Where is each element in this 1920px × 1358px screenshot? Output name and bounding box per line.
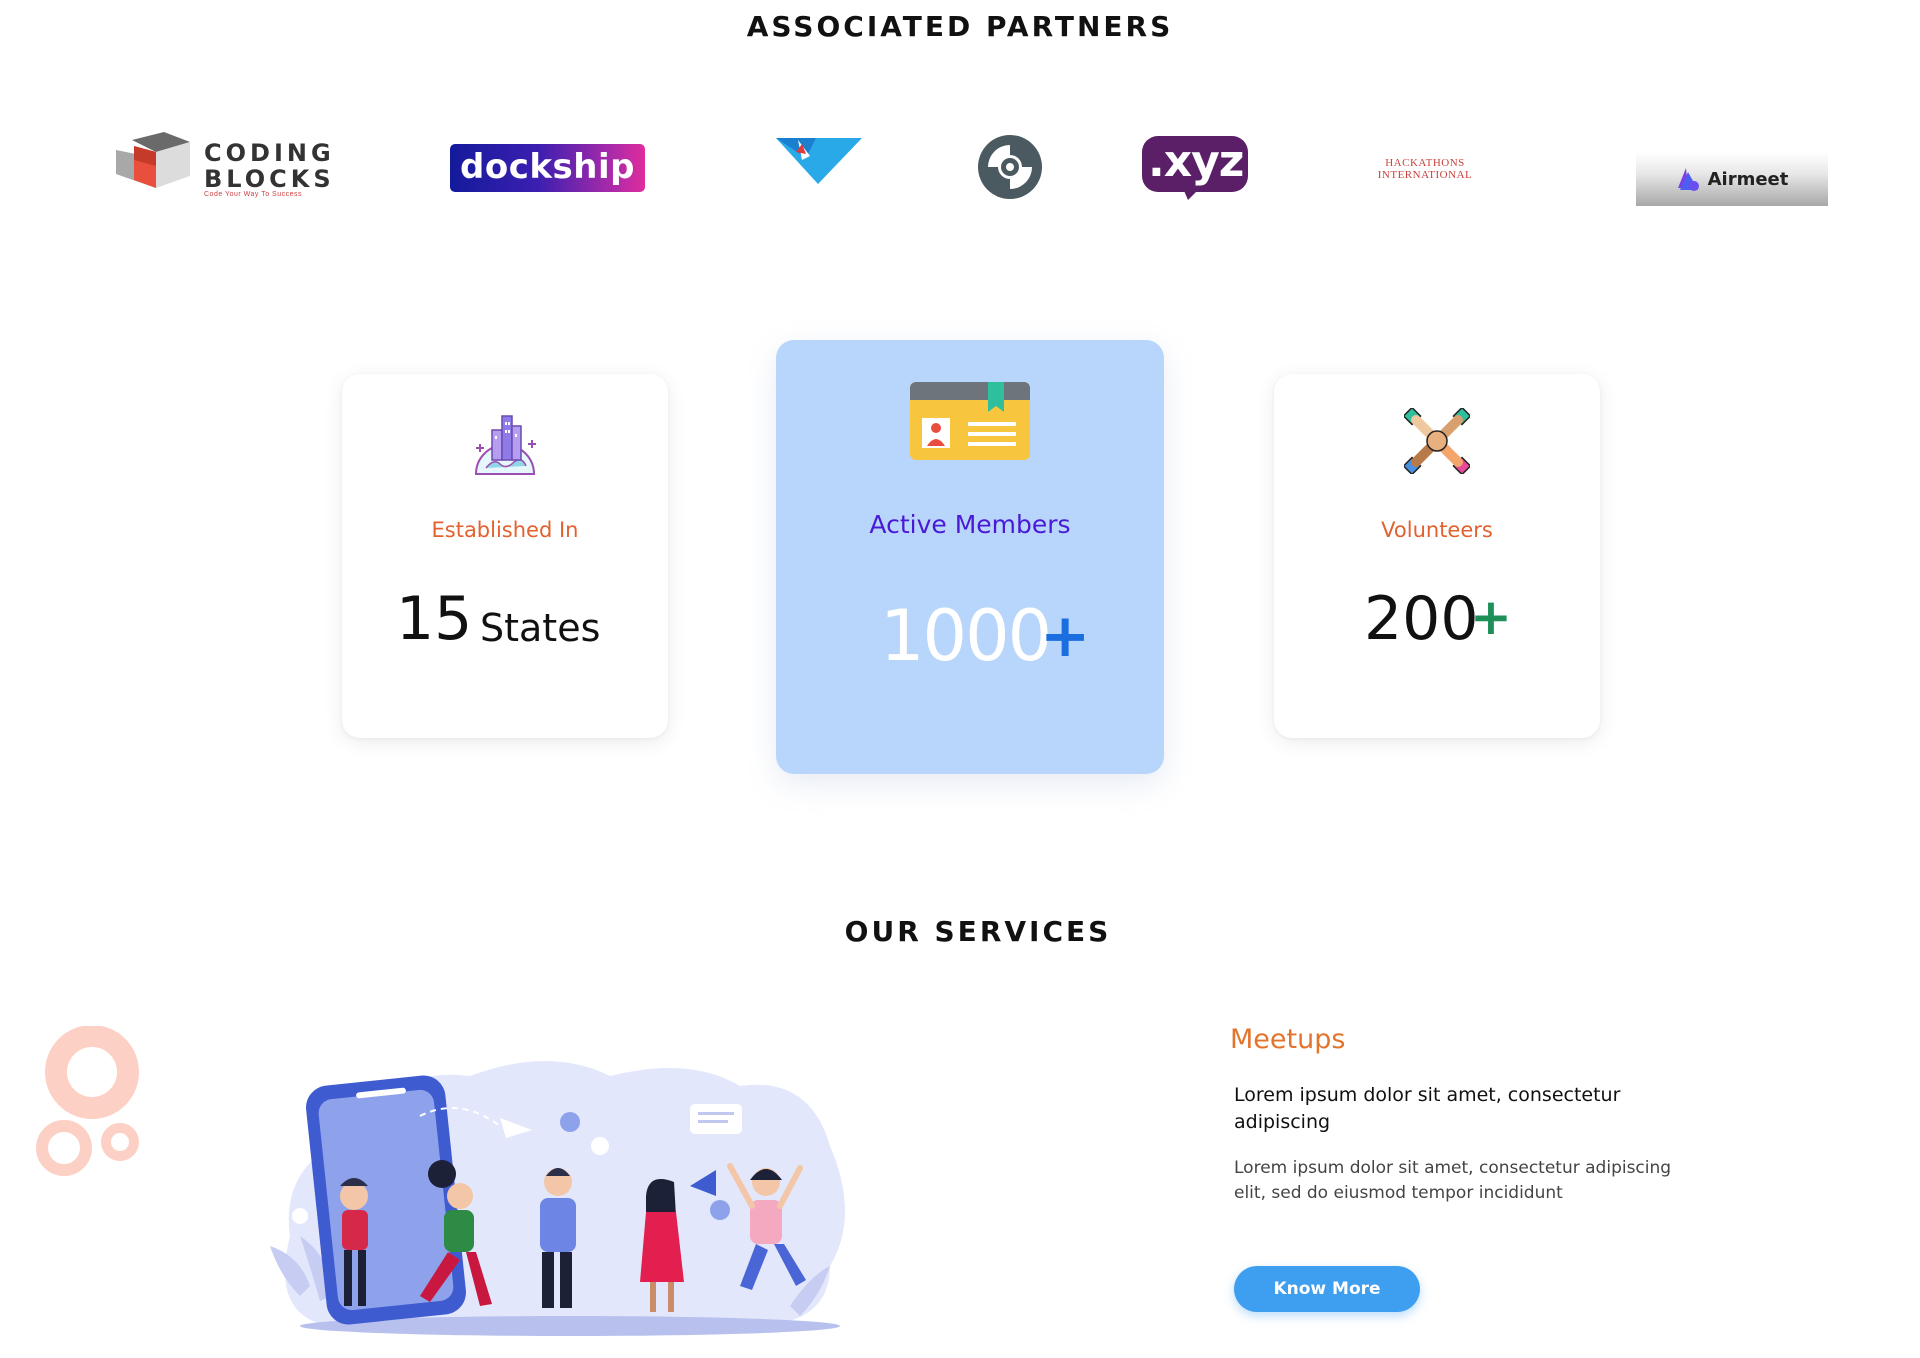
coding-blocks-line1: CODING bbox=[204, 139, 335, 167]
coding-blocks-line2: BLOCKS bbox=[204, 165, 335, 193]
decorative-rings-icon bbox=[36, 1025, 146, 1182]
airmeet-logo[interactable]: Airmeet bbox=[1636, 152, 1828, 206]
members-label: Active Members bbox=[869, 510, 1071, 539]
coding-blocks-tagline: Code Your Way To Success bbox=[204, 191, 302, 198]
service-description: Lorem ipsum dolor sit amet, consectetur … bbox=[1234, 1158, 1672, 1203]
services-heading: OUR SERVICES bbox=[844, 915, 1112, 948]
swirl-logo[interactable] bbox=[976, 133, 1044, 201]
service-title: Meetups bbox=[1230, 1024, 1346, 1055]
hackathons-international-logo[interactable]: HACKATHONS INTERNATIONAL bbox=[1360, 157, 1490, 181]
speech-tail-icon bbox=[1182, 186, 1202, 200]
members-plus: + bbox=[1040, 601, 1091, 671]
coding-blocks-logo[interactable]: CODING BLOCKS Code Your Way To Success bbox=[112, 130, 331, 200]
established-label: Established In bbox=[431, 518, 579, 542]
swirl-icon bbox=[978, 135, 1042, 199]
paper-plane-logo[interactable] bbox=[776, 136, 862, 188]
cube-icon bbox=[116, 132, 190, 188]
hackathons-line1: HACKATHONS bbox=[1385, 157, 1465, 169]
partners-heading: ASSOCIATED PARTNERS bbox=[746, 10, 1174, 43]
xyz-text: .xyz bbox=[1148, 136, 1244, 187]
volunteers-plus: + bbox=[1470, 588, 1512, 646]
xyz-logo[interactable]: .xyz bbox=[1142, 134, 1250, 200]
meetups-illustration bbox=[270, 1046, 860, 1336]
stat-card-members: Active Members 1000 + bbox=[776, 340, 1164, 774]
volunteers-label: Volunteers bbox=[1381, 518, 1493, 542]
hackathons-line2: INTERNATIONAL bbox=[1377, 169, 1473, 181]
volunteers-value: 200 bbox=[1364, 584, 1479, 654]
id-card-icon bbox=[910, 382, 1030, 460]
airmeet-text: Airmeet bbox=[1707, 168, 1789, 190]
paper-plane-icon bbox=[776, 138, 862, 184]
globe-city-icon bbox=[470, 408, 540, 478]
service-subtitle: Lorem ipsum dolor sit amet, consectetur … bbox=[1234, 1084, 1621, 1133]
members-value: 1000 bbox=[880, 595, 1052, 677]
dockship-logo[interactable]: dockship bbox=[450, 144, 645, 192]
airmeet-mark-icon bbox=[1677, 168, 1699, 191]
stat-card-established: Established In 15 States bbox=[342, 374, 668, 738]
established-unit: States bbox=[480, 606, 601, 650]
stat-card-volunteers: Volunteers 200 + bbox=[1274, 374, 1600, 738]
know-more-button[interactable]: Know More bbox=[1234, 1266, 1420, 1312]
joined-hands-icon bbox=[1402, 406, 1472, 476]
established-value: 15 bbox=[396, 584, 473, 654]
